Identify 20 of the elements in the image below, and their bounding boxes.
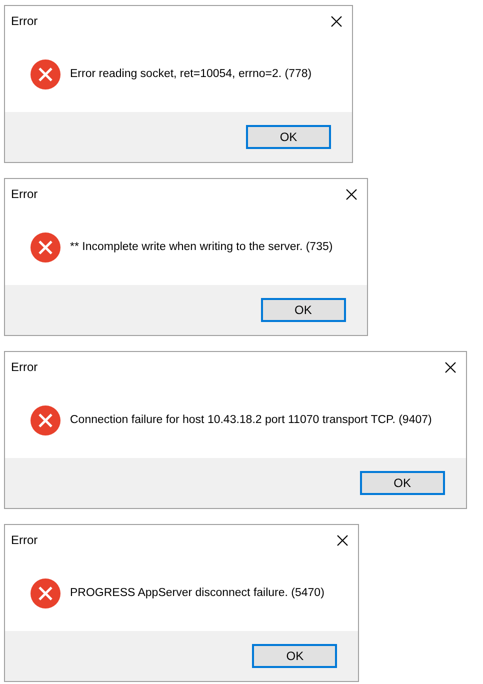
error-message: PROGRESS AppServer disconnect failure. (5470) (70, 587, 324, 599)
error-icon (30, 232, 61, 262)
close-icon[interactable] (346, 188, 357, 200)
window-title: Error (11, 533, 38, 547)
ok-button[interactable]: OK (252, 644, 338, 668)
window-title: Error (11, 187, 38, 201)
error-icon (30, 58, 61, 90)
close-icon[interactable] (337, 534, 348, 546)
close-icon[interactable] (331, 16, 342, 26)
error-icon (30, 578, 61, 608)
window-title: Error (11, 360, 38, 374)
ok-button[interactable]: OK (246, 125, 331, 149)
error-message: Error reading socket, ret=10054, errno=2. (778) (70, 68, 312, 80)
error-icon (30, 404, 61, 436)
ok-button[interactable]: OK (260, 298, 346, 322)
close-icon[interactable] (444, 362, 456, 372)
window-title: Error (11, 14, 38, 28)
error-message: Connection failure for host 10.43.18.2 port 11070 transport TCP. (9407) (70, 414, 432, 426)
error-message: ** Incomplete write when writing to the server. (735) (70, 241, 333, 253)
ok-button[interactable]: OK (360, 471, 445, 495)
